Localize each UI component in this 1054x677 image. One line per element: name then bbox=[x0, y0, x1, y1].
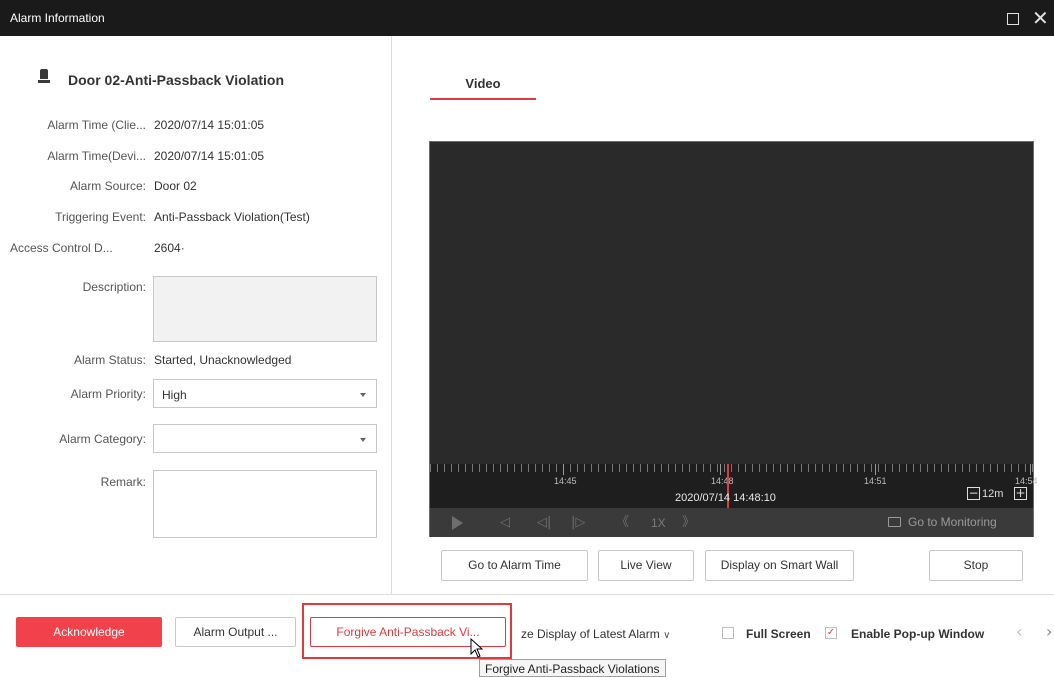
tick-major bbox=[875, 464, 876, 475]
access-control-device-value: 2604· bbox=[154, 241, 185, 255]
close-icon[interactable]: ✕ bbox=[1032, 6, 1049, 30]
slow-down-icon[interactable]: 《 bbox=[616, 515, 629, 531]
tick-label: 14:54 bbox=[1015, 476, 1038, 486]
mouse-pointer-icon bbox=[470, 638, 484, 658]
live-view-button[interactable]: Live View bbox=[598, 550, 694, 581]
acknowledge-button[interactable]: Acknowledge bbox=[16, 617, 162, 647]
display-latest-alarm-dropdown[interactable]: ze Display of Latest Alarm ∨ bbox=[521, 627, 670, 641]
enable-popup-checkbox[interactable]: ✓ bbox=[825, 627, 837, 639]
display-latest-alarm-label: ze Display of Latest Alarm bbox=[521, 627, 660, 641]
video-player[interactable]: 14:45 14:48 14:51 14:54 2020/07/14 14:48… bbox=[429, 141, 1038, 537]
window-title: Alarm Information bbox=[10, 11, 105, 25]
playback-speed: 1X bbox=[651, 516, 666, 530]
alarm-light-icon bbox=[38, 69, 50, 83]
alarm-details-panel: Door 02-Anti-Passback Violation Alarm Ti… bbox=[0, 36, 392, 594]
step-back-icon[interactable]: ◁| bbox=[537, 515, 551, 531]
playback-controls: ◁ ◁| |▷ 《 1X 》 Go to Monitoring bbox=[430, 508, 1033, 537]
triggering-event-label: Triggering Event: bbox=[55, 210, 146, 224]
tick-major bbox=[1030, 464, 1031, 475]
description-label: Description: bbox=[82, 280, 146, 294]
alarm-priority-selected: High bbox=[162, 388, 187, 402]
access-control-device-label: Access Control D... bbox=[10, 241, 113, 255]
alarm-priority-label: Alarm Priority: bbox=[70, 387, 146, 401]
alarm-time-client-value: 2020/07/14 15:01:05 bbox=[154, 118, 265, 132]
tick-label: 14:51 bbox=[864, 476, 887, 486]
chevron-down-icon bbox=[360, 438, 366, 442]
speed-up-icon[interactable]: 》 bbox=[682, 515, 695, 531]
title-bar: Alarm Information ✕ bbox=[0, 0, 1054, 36]
alarm-source-value: Door 02 bbox=[154, 179, 197, 193]
camera-icon bbox=[888, 517, 901, 527]
alarm-category-dropdown[interactable] bbox=[153, 424, 377, 453]
play-icon[interactable] bbox=[452, 516, 463, 530]
tab-video[interactable]: Video bbox=[430, 60, 536, 100]
enable-popup-label: Enable Pop-up Window bbox=[851, 627, 985, 641]
alarm-time-client-label: Alarm Time (Clie... bbox=[47, 118, 146, 132]
chevron-down-icon: ∨ bbox=[663, 630, 671, 641]
zoom-out-icon[interactable]: − bbox=[967, 487, 980, 500]
alarm-time-device-value: 2020/07/14 15:01:05 bbox=[154, 149, 265, 163]
zoom-in-icon[interactable]: + bbox=[1014, 487, 1027, 500]
triggering-event-value: Anti-Passback Violation(Test) bbox=[154, 210, 310, 224]
tick-major bbox=[563, 464, 564, 475]
alarm-title: Door 02-Anti-Passback Violation bbox=[68, 72, 285, 88]
step-forward-icon[interactable]: |▷ bbox=[571, 515, 585, 531]
current-playback-time: 2020/07/14 14:48:10 bbox=[675, 492, 776, 504]
timeline-ticks bbox=[430, 464, 1033, 472]
alarm-source-label: Alarm Source: bbox=[69, 179, 146, 193]
chevron-right-icon[interactable]: › bbox=[1046, 622, 1052, 641]
go-to-alarm-time-button[interactable]: Go to Alarm Time bbox=[441, 550, 588, 581]
alarm-output-button[interactable]: Alarm Output ... bbox=[175, 617, 296, 647]
chevron-down-icon bbox=[360, 393, 366, 397]
tick-label: 14:45 bbox=[554, 476, 577, 486]
alarm-status-value: Started, Unacknowledged bbox=[154, 353, 292, 367]
alarm-time-device-label: Alarm Time(Devi... bbox=[47, 149, 146, 163]
alarm-category-label: Alarm Category: bbox=[59, 432, 146, 446]
tooltip: Forgive Anti-Passback Violations bbox=[479, 659, 666, 677]
chevron-left-icon[interactable]: ‹ bbox=[1016, 622, 1022, 641]
tick-major bbox=[720, 464, 721, 475]
description-field bbox=[153, 276, 377, 342]
maximize-icon[interactable] bbox=[1007, 13, 1019, 25]
zoom-level: 12m bbox=[982, 488, 1004, 500]
remark-field[interactable] bbox=[153, 470, 377, 538]
full-screen-checkbox[interactable] bbox=[722, 627, 734, 639]
go-to-monitoring-link[interactable]: Go to Monitoring bbox=[908, 515, 997, 529]
stop-button[interactable]: Stop bbox=[929, 550, 1023, 581]
alarm-status-label: Alarm Status: bbox=[73, 353, 146, 367]
remark-label: Remark: bbox=[100, 475, 146, 489]
alarm-priority-dropdown[interactable]: High bbox=[153, 379, 377, 408]
tick-label: 14:48 bbox=[711, 476, 734, 486]
playback-timeline[interactable]: 14:45 14:48 14:51 14:54 2020/07/14 14:48… bbox=[430, 464, 1038, 508]
full-screen-label: Full Screen bbox=[746, 627, 811, 641]
display-on-smart-wall-button[interactable]: Display on Smart Wall bbox=[705, 550, 854, 581]
previous-frame-icon[interactable]: ◁ bbox=[500, 515, 510, 531]
